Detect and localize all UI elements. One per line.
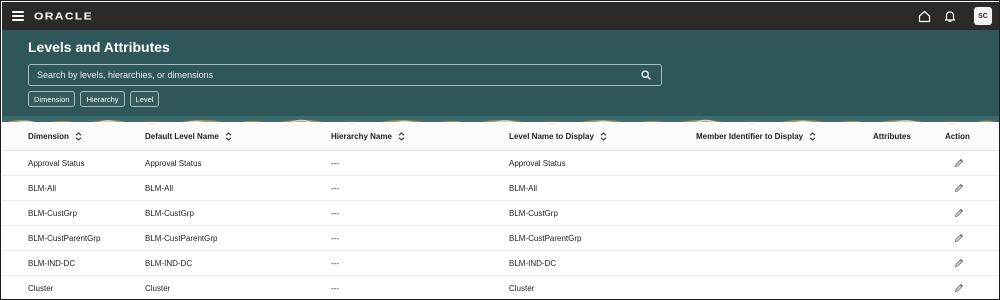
column-header-label: Action: [945, 132, 970, 141]
page-title: Levels and Attributes: [28, 39, 170, 55]
cell-default-level-name: BLM-CustGrp: [145, 209, 194, 218]
cell-hierarchy-name: ---: [331, 184, 339, 193]
table-row[interactable]: BLM-IND-DC BLM-IND-DC --- BLM-IND-DC: [2, 251, 999, 276]
table-row[interactable]: BLM-CustParentGrp BLM-CustParentGrp --- …: [2, 226, 999, 251]
search-icon[interactable]: [637, 66, 655, 84]
edit-pencil-icon[interactable]: [953, 232, 965, 244]
column-header-label: Attributes: [873, 132, 911, 141]
column-header-label[interactable]: Level Name to Display: [509, 132, 594, 141]
cell-default-level-name: Cluster: [145, 284, 171, 293]
column-header-label[interactable]: Hierarchy Name: [331, 132, 392, 141]
search-input[interactable]: Search by levels, hierarchies, or dimens…: [37, 70, 637, 80]
cell-level-name-to-display: BLM-CustGrp: [509, 209, 558, 218]
column-header-label[interactable]: Default Level Name: [145, 132, 219, 141]
column-header-label[interactable]: Dimension: [28, 132, 69, 141]
cell-level-name-to-display: BLM-CustParentGrp: [509, 234, 582, 243]
filter-chips: Dimension Hierarchy Level: [28, 91, 160, 107]
cell-default-level-name: BLM-IND-DC: [145, 259, 193, 268]
home-icon[interactable]: [916, 8, 932, 24]
cell-dimension: Cluster: [28, 284, 54, 293]
column-header-member-identifier-to-display[interactable]: Member Identifier to Display: [696, 122, 816, 151]
cell-level-name-to-display: Cluster: [509, 284, 535, 293]
cell-dimension: BLM-CustGrp: [28, 209, 77, 218]
table-row[interactable]: Approval Status Approval Status --- Appr…: [2, 151, 999, 176]
column-header-dimension[interactable]: Dimension: [28, 122, 82, 151]
cell-hierarchy-name: ---: [331, 159, 339, 168]
cell-default-level-name: BLM-All: [145, 184, 174, 193]
search-field[interactable]: Search by levels, hierarchies, or dimens…: [28, 64, 662, 86]
table-row[interactable]: BLM-All BLM-All --- BLM-All: [2, 176, 999, 201]
table-row[interactable]: Cluster Cluster --- Cluster: [2, 276, 999, 299]
cell-hierarchy-name: ---: [331, 234, 339, 243]
column-header-action: Action: [945, 122, 970, 151]
cell-level-name-to-display: BLM-IND-DC: [509, 259, 557, 268]
sort-icon[interactable]: [600, 132, 607, 141]
filter-chip-level[interactable]: Level: [129, 91, 160, 107]
table-header: Dimension Default Level Name Hierarchy N…: [2, 122, 999, 151]
cell-level-name-to-display: Approval Status: [509, 159, 566, 168]
column-header-default-level-name[interactable]: Default Level Name: [145, 122, 232, 151]
table-row[interactable]: BLM-CustGrp BLM-CustGrp --- BLM-CustGrp: [2, 201, 999, 226]
cell-default-level-name: BLM-CustParentGrp: [145, 234, 218, 243]
global-header: ORACLE SC: [2, 2, 999, 30]
column-header-hierarchy-name[interactable]: Hierarchy Name: [331, 122, 405, 151]
cell-dimension: Approval Status: [28, 159, 85, 168]
bell-icon[interactable]: [942, 8, 958, 24]
column-header-level-name-to-display[interactable]: Level Name to Display: [509, 122, 607, 151]
page-banner: Levels and Attributes Search by levels, …: [2, 30, 999, 122]
filter-chip-hierarchy[interactable]: Hierarchy: [80, 91, 125, 107]
cell-dimension: BLM-CustParentGrp: [28, 234, 101, 243]
cell-level-name-to-display: BLM-All: [509, 184, 538, 193]
sort-icon[interactable]: [225, 132, 232, 141]
edit-pencil-icon[interactable]: [953, 282, 965, 294]
oracle-logo: ORACLE: [34, 10, 94, 22]
app-window: ORACLE SC Levels and Attributes Search b…: [0, 0, 1000, 300]
cell-hierarchy-name: ---: [331, 284, 339, 293]
cell-hierarchy-name: ---: [331, 259, 339, 268]
edit-pencil-icon[interactable]: [953, 207, 965, 219]
hamburger-menu-icon[interactable]: [12, 11, 24, 21]
cell-dimension: BLM-IND-DC: [28, 259, 76, 268]
cell-default-level-name: Approval Status: [145, 159, 202, 168]
cell-dimension: BLM-All: [28, 184, 57, 193]
header-actions: SC: [916, 7, 992, 25]
levels-table: Dimension Default Level Name Hierarchy N…: [2, 122, 999, 299]
sort-icon[interactable]: [398, 132, 405, 141]
edit-pencil-icon[interactable]: [953, 182, 965, 194]
sort-icon[interactable]: [75, 132, 82, 141]
column-header-attributes: Attributes: [873, 122, 911, 151]
sort-icon[interactable]: [809, 132, 816, 141]
edit-pencil-icon[interactable]: [953, 257, 965, 269]
filter-chip-dimension[interactable]: Dimension: [28, 91, 76, 107]
edit-pencil-icon[interactable]: [953, 157, 965, 169]
cell-hierarchy-name: ---: [331, 209, 339, 218]
column-header-label[interactable]: Member Identifier to Display: [696, 132, 803, 141]
user-avatar[interactable]: SC: [974, 7, 992, 25]
